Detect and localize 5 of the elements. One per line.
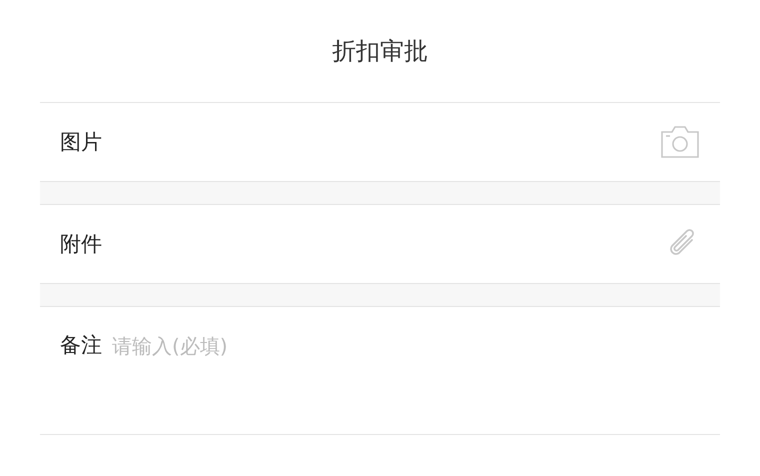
field-label: 附件 xyxy=(60,231,102,258)
field-label: 图片 xyxy=(60,129,102,156)
page-title: 折扣审批 xyxy=(332,36,428,67)
field-label: 备注 xyxy=(60,332,102,359)
camera-icon[interactable] xyxy=(660,125,700,159)
